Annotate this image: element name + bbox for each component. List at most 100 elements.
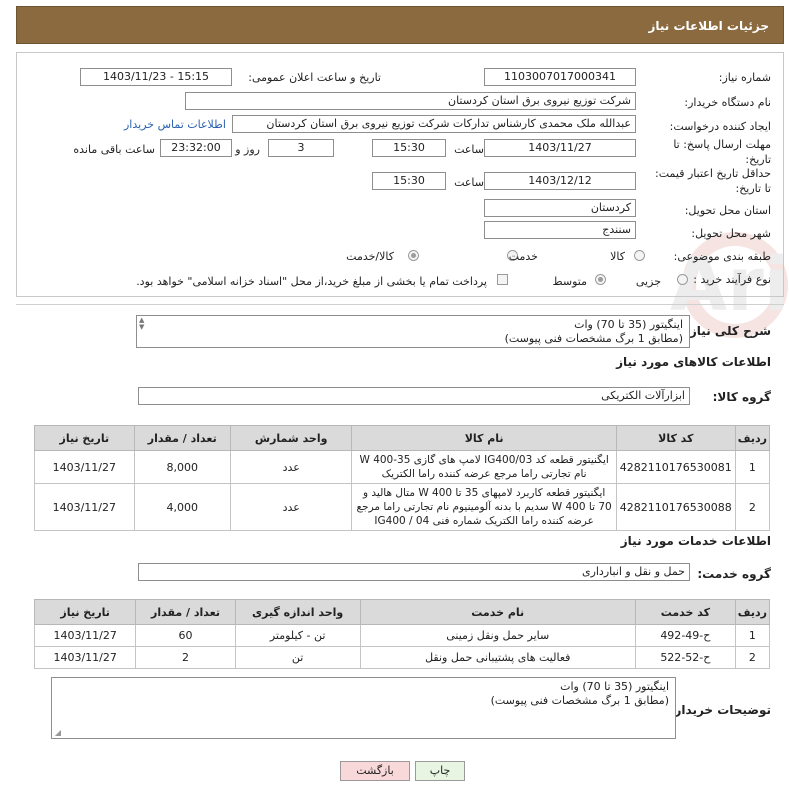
cell-date: 1403/11/27 — [33, 624, 137, 647]
cell-unit: تن — [234, 646, 361, 669]
remaining-time-label: ساعت باقی مانده — [73, 143, 155, 156]
cell-qty: 60 — [135, 624, 236, 647]
scroll-down-icon[interactable]: ▼ — [139, 324, 153, 331]
summary-line-2: (مطابق 1 برگ مشخصات فنی پیوست) — [504, 332, 683, 345]
buyer-org-label: نام دستگاه خریدار: — [684, 96, 771, 109]
remaining-time-field: 23:32:00 — [160, 139, 232, 157]
need-number-label: شماره نیاز: — [718, 71, 771, 84]
cell-date: 1403/11/27 — [34, 450, 135, 484]
goods-section-title: اطلاعات کالاهای مورد نیاز — [616, 355, 771, 369]
divider — [16, 304, 784, 305]
category-radio-goods[interactable] — [634, 250, 645, 261]
deadline-time-label: ساعت — [454, 143, 484, 156]
process-option-medium: متوسط — [552, 275, 587, 288]
validity-time-field: 15:30 — [372, 172, 446, 190]
cell-qty: 2 — [135, 646, 236, 669]
col-code: کد خدمت — [634, 599, 736, 625]
summary-textarea[interactable]: اینگیتور (35 تا 70) وات (مطابق 1 برگ مشخ… — [136, 315, 690, 348]
table-row: 2 4282110176530088 ایگنیتور قطعه کاربرد … — [34, 483, 771, 531]
col-qty: تعداد / مقدار — [133, 425, 231, 451]
cell-qty: 8,000 — [133, 450, 231, 484]
cell-row: 2 — [734, 483, 771, 531]
cell-unit: عدد — [229, 450, 353, 484]
goods-table: ردیف کد کالا نام کالا واحد شمارش تعداد /… — [34, 425, 771, 531]
summary-scrollbar[interactable]: ▲ ▼ — [139, 317, 153, 346]
process-radio-minor[interactable] — [677, 274, 688, 285]
cell-code: ح-49-492 — [634, 624, 736, 647]
col-name: نام کالا — [351, 425, 617, 451]
back-button[interactable]: بازگشت — [340, 761, 410, 781]
buyer-notes-line-2: (مطابق 1 برگ مشخصات فنی پیوست) — [490, 694, 669, 707]
treasury-payment-checkbox[interactable] — [497, 274, 508, 285]
col-date: تاریخ نیاز — [33, 599, 137, 625]
table-row: 1 4282110176530081 ایگنیتور قطعه کد IG40… — [34, 450, 771, 484]
process-option-minor: جزیی — [635, 275, 661, 288]
print-button[interactable]: چاپ — [415, 761, 465, 781]
services-section-title: اطلاعات خدمات مورد نیاز — [620, 534, 771, 548]
cell-code: 4282110176530088 — [615, 483, 736, 531]
buyer-notes-textarea[interactable]: اینگیتور (35 تا 70) وات (مطابق 1 برگ مشخ… — [51, 677, 676, 739]
announce-field: 1403/11/23 - 15:15 — [80, 68, 232, 86]
cell-qty: 4,000 — [133, 483, 231, 531]
cell-row: 1 — [734, 624, 771, 647]
col-unit: واحد شمارش — [229, 425, 353, 451]
table-row: 1 ح-49-492 سایر حمل ونقل زمینی تن - کیلو… — [33, 624, 771, 647]
deadline-time-field: 15:30 — [372, 139, 446, 157]
process-label: نوع فرآیند خرید : — [693, 273, 771, 286]
cell-row: 2 — [734, 646, 771, 669]
col-qty: تعداد / مقدار — [135, 599, 236, 625]
cell-row: 1 — [734, 450, 771, 484]
col-row: ردیف — [734, 425, 771, 451]
cell-name: فعالیت های پشتیبانی حمل ونقل — [359, 646, 636, 669]
summary-line-1: اینگیتور (35 تا 70) وات — [574, 318, 683, 331]
cell-date: 1403/11/27 — [33, 646, 137, 669]
col-unit: واحد اندازه گیری — [234, 599, 361, 625]
cell-unit: عدد — [229, 483, 353, 531]
goods-table-header: ردیف کد کالا نام کالا واحد شمارش تعداد /… — [34, 425, 771, 451]
category-option-goods-service: کالا/خدمت — [346, 250, 394, 263]
col-code: کد کالا — [615, 425, 736, 451]
process-radio-medium[interactable] — [595, 274, 606, 285]
page-header: جزئیات اطلاعات نیاز — [16, 6, 784, 44]
resize-handle-icon[interactable]: ◢ — [53, 729, 61, 737]
creator-field: عبدالله ملک محمدی کارشناس تدارکات شرکت ت… — [232, 115, 636, 133]
deadline-label: مهلت ارسال پاسخ: تا تاریخ: — [673, 138, 771, 166]
creator-label: ایجاد کننده درخواست: — [669, 120, 771, 133]
cell-unit: تن - کیلومتر — [234, 624, 361, 647]
buyer-notes-label: توضیحات خریدار: — [669, 703, 771, 717]
days-field: 3 — [268, 139, 334, 157]
treasury-payment-note: پرداخت تمام یا بخشی از مبلغ خرید،از محل … — [136, 275, 487, 288]
cell-code: ح-52-522 — [634, 646, 736, 669]
city-field: سنندج — [484, 221, 636, 239]
summary-label: شرح کلی نیاز: — [685, 324, 771, 338]
services-group-field: حمل و نقل و انبارداری — [138, 563, 690, 581]
deadline-date-field: 1403/11/27 — [484, 139, 636, 157]
city-label: شهر محل تحویل: — [691, 227, 771, 240]
col-name: نام خدمت — [359, 599, 636, 625]
category-label: طبقه بندی موضوعی: — [673, 250, 771, 263]
col-date: تاریخ نیاز — [34, 425, 135, 451]
category-option-service: خدمت — [508, 250, 538, 263]
goods-group-label: گروه کالا: — [712, 390, 771, 404]
buyer-notes-line-1: اینگیتور (35 تا 70) وات — [560, 680, 669, 693]
contact-info-link[interactable]: اطلاعات تماس خریدار — [124, 118, 226, 131]
province-label: استان محل تحویل: — [684, 204, 771, 217]
need-number-field: 1103007017000341 — [484, 68, 636, 86]
announce-label: تاریخ و ساعت اعلان عمومی: — [248, 71, 381, 84]
validity-label: حداقل تاریخ اعتبار قیمت: تا تاریخ: — [655, 167, 771, 195]
cell-date: 1403/11/27 — [34, 483, 135, 531]
col-row: ردیف — [734, 599, 771, 625]
category-radio-goods-service[interactable] — [408, 250, 419, 261]
goods-group-field: ابزارآلات الکتریکی — [138, 387, 690, 405]
services-table-header: ردیف کد خدمت نام خدمت واحد اندازه گیری ت… — [33, 599, 771, 625]
table-row: 2 ح-52-522 فعالیت های پشتیبانی حمل ونقل … — [33, 646, 771, 669]
page-title: جزئیات اطلاعات نیاز — [648, 19, 769, 33]
services-table: ردیف کد خدمت نام خدمت واحد اندازه گیری ت… — [33, 599, 771, 669]
cell-name: ایگنیتور قطعه کاربرد لامپهای 35 تا 400 W… — [351, 483, 617, 531]
province-field: کردستان — [484, 199, 636, 217]
validity-time-label: ساعت — [454, 176, 484, 189]
category-option-goods: کالا — [610, 250, 625, 263]
cell-code: 4282110176530081 — [615, 450, 736, 484]
days-label: روز و — [235, 143, 260, 156]
services-group-label: گروه خدمت: — [697, 567, 771, 581]
